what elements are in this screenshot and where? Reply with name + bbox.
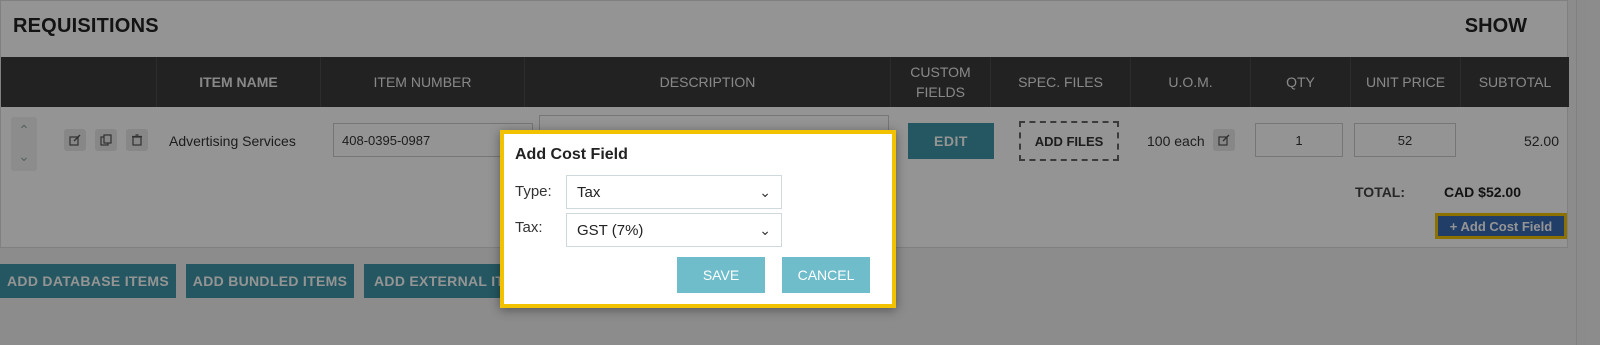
save-button[interactable]: SAVE xyxy=(677,257,765,293)
tax-label: Tax: xyxy=(515,219,543,236)
type-select-value: Tax xyxy=(577,183,601,201)
cancel-button[interactable]: CANCEL xyxy=(782,257,870,293)
type-label: Type: xyxy=(515,183,552,200)
chevron-down-icon: ⌄ xyxy=(759,183,771,200)
add-cost-field-dialog: Add Cost Field Type: Tax ⌄ Tax: GST (7%)… xyxy=(500,130,896,308)
chevron-down-icon: ⌄ xyxy=(759,221,771,238)
dialog-title: Add Cost Field xyxy=(515,146,628,163)
tax-select-value: GST (7%) xyxy=(577,221,644,239)
tax-select[interactable]: GST (7%) ⌄ xyxy=(566,213,782,247)
type-select[interactable]: Tax ⌄ xyxy=(566,175,782,209)
